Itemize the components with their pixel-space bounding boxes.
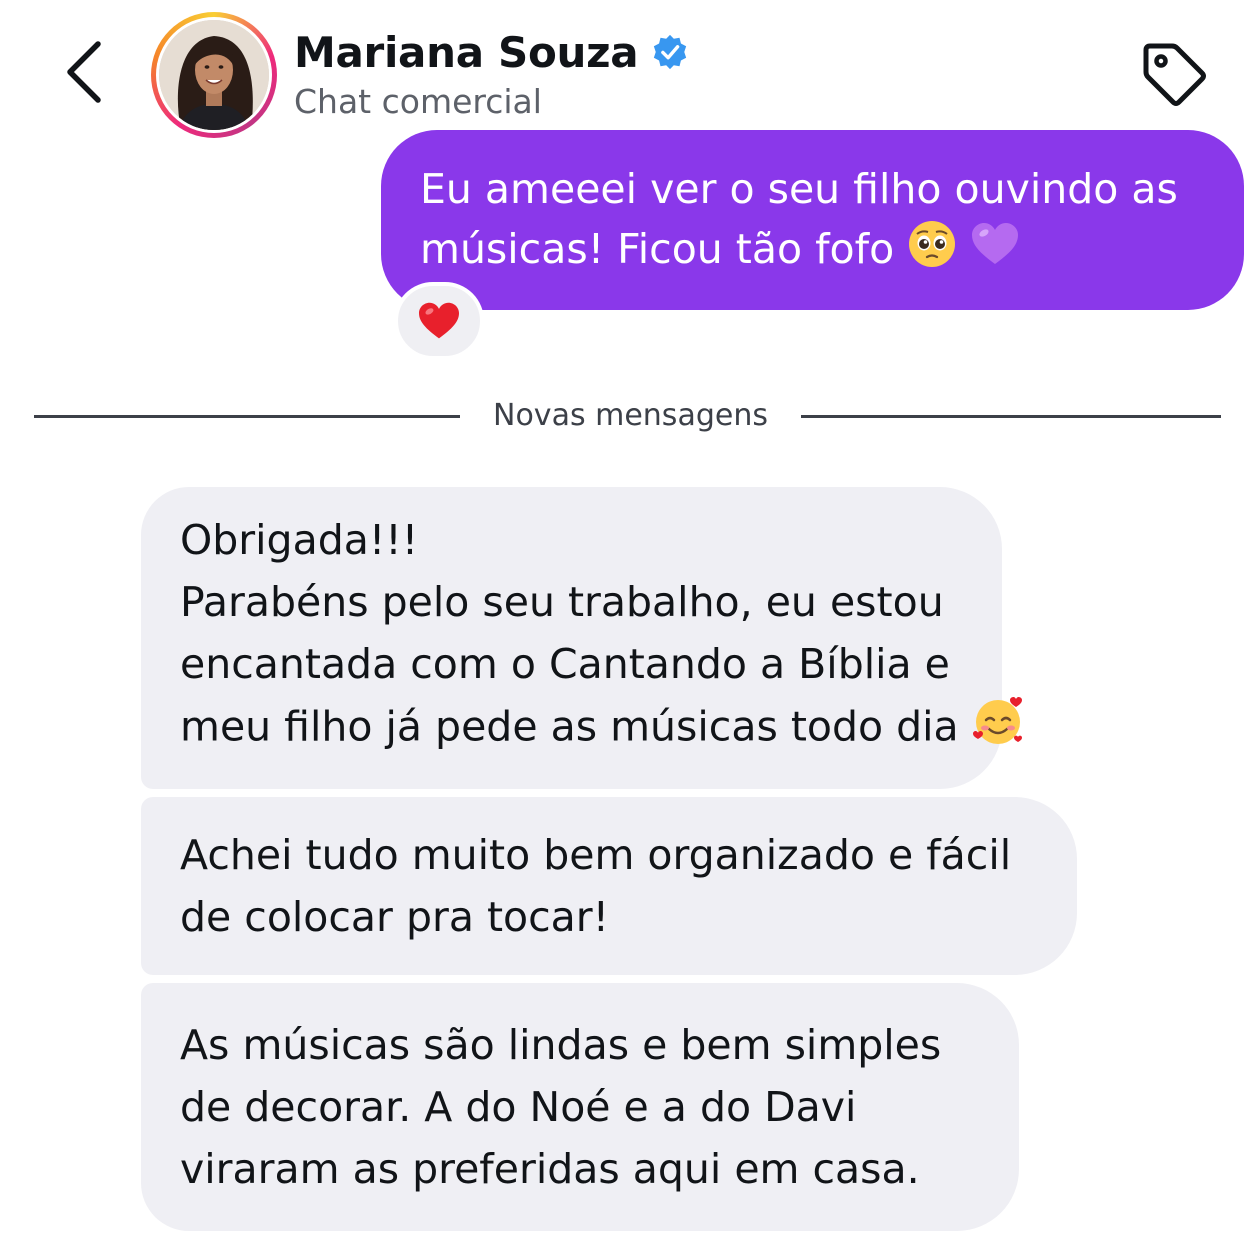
- message-line: Parabéns pelo seu trabalho, eu estou: [180, 578, 944, 626]
- message-line: Obrigada!!!: [180, 516, 419, 564]
- message-line: encantada com o Cantando a Bíblia e: [180, 640, 950, 688]
- outgoing-message-bubble[interactable]: Eu ameeei ver o seu filho ouvindo as mús…: [381, 130, 1244, 310]
- incoming-message-bubble[interactable]: As músicas são lindas e bem simples de d…: [141, 983, 1019, 1231]
- tag-button[interactable]: [1134, 34, 1214, 114]
- message-line: de colocar pra tocar!: [180, 893, 610, 941]
- chevron-left-icon: [67, 41, 101, 103]
- chat-subtitle: Chat comercial: [294, 82, 542, 121]
- divider-line: [801, 415, 1221, 418]
- contact-name: Mariana Souza: [294, 27, 639, 77]
- verified-badge-icon: [650, 32, 690, 72]
- divider-line: [34, 415, 460, 418]
- message-line: Achei tudo muito bem organizado e fácil: [180, 831, 1012, 879]
- message-line: viraram as preferidas aqui em casa.: [180, 1145, 920, 1193]
- reaction-badge[interactable]: [394, 282, 484, 360]
- smiling-face-with-hearts-emoji: [972, 695, 1024, 764]
- message-line: meu filho já pede as músicas todo dia: [180, 702, 959, 751]
- avatar-story-ring[interactable]: [151, 12, 277, 138]
- message-line: músicas! Ficou tão fofo: [420, 225, 895, 273]
- message-line: As músicas são lindas e bem simples: [180, 1021, 942, 1069]
- incoming-message-bubble[interactable]: Obrigada!!! Parabéns pelo seu trabalho, …: [141, 487, 1022, 789]
- avatar: [159, 20, 269, 130]
- message-line: de decorar. A do Noé e a do Davi: [180, 1083, 857, 1131]
- purple-heart-emoji: [970, 221, 1020, 283]
- message-line: Eu ameeei ver o seu filho ouvindo as: [420, 165, 1178, 213]
- contact-name-row[interactable]: Mariana Souza: [294, 24, 690, 80]
- tag-icon: [1143, 43, 1206, 106]
- chat-screen: Mariana Souza Chat comercial Eu ameeei v…: [0, 0, 1254, 1254]
- incoming-message-bubble[interactable]: Achei tudo muito bem organizado e fácil …: [141, 797, 1077, 975]
- back-button[interactable]: [52, 36, 116, 108]
- red-heart-icon: [419, 302, 459, 339]
- new-messages-divider: Novas mensagens: [493, 398, 768, 433]
- pleading-face-emoji: [907, 219, 957, 285]
